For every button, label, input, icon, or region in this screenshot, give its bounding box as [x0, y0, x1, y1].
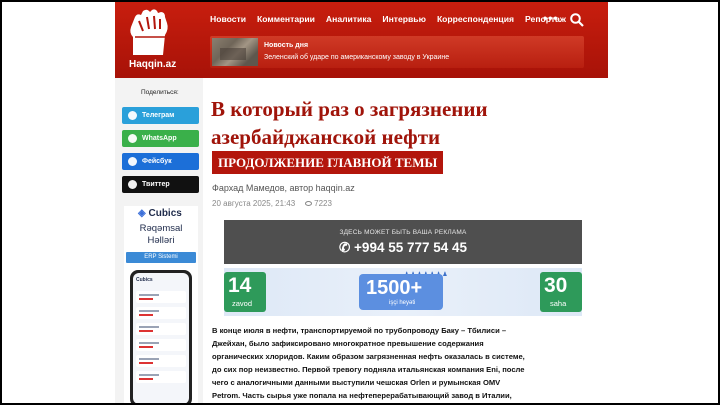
nav-item-news[interactable]: Новости — [210, 14, 246, 24]
stat-zavod-label: zavod — [232, 299, 253, 308]
phone-app-brand: Cubics — [136, 277, 153, 283]
phone-icon: ✆ — [338, 240, 351, 255]
phone-row — [136, 323, 186, 335]
phone-mockup: Cubics — [130, 270, 192, 403]
ad-banner[interactable]: ЗДЕСЬ МОЖЕТ БЫТЬ ВАША РЕКЛАМА ✆ +994 55 … — [224, 220, 582, 264]
more-menu-icon[interactable]: ••• — [543, 11, 559, 25]
ad-banner-text: ЗДЕСЬ МОЖЕТ БЫТЬ ВАША РЕКЛАМА — [339, 229, 467, 236]
phone-row — [136, 339, 186, 351]
nav-item-interview[interactable]: Интервью — [382, 14, 426, 24]
stat-zavod: 14 zavod — [224, 272, 266, 312]
phone-row — [136, 371, 186, 383]
share-facebook-button[interactable]: Фейсбук — [122, 153, 199, 170]
main-nav: Новости Комментарии Аналитика Интервью К… — [210, 14, 566, 24]
share-twitter-button[interactable]: Твиттер — [122, 176, 199, 193]
browser-frame: Haqqin.az Новости Комментарии Аналитика … — [0, 0, 720, 405]
share-telegram-button[interactable]: Телеграм — [122, 107, 199, 124]
ad-line-1: Rəqəmsal — [139, 223, 183, 234]
phone-row — [136, 307, 186, 319]
stat-saha-label: saha — [550, 299, 567, 308]
view-count: 7223 — [314, 199, 332, 208]
twitter-x-icon — [128, 180, 137, 189]
article-date: 20 августа 2025, 21:43 — [212, 199, 296, 208]
stat-saha: 30 saha — [540, 272, 582, 312]
search-icon[interactable] — [570, 13, 584, 27]
news-of-day-text[interactable]: Зеленский об ударе по американскому заво… — [264, 54, 449, 61]
share-label: Поделиться: — [141, 89, 179, 96]
stat-zavod-number: 14 — [228, 274, 252, 297]
phone-screen: Cubics — [133, 273, 189, 403]
share-whatsapp-label: WhatsApp — [142, 135, 177, 142]
share-sidebar: Поделиться: Телеграм WhatsApp Фейсбук Тв… — [115, 78, 203, 403]
article-body: В конце июля в нефти, транспортируемой п… — [212, 326, 525, 400]
stat-staff: 1500+ işçi heyəti — [359, 274, 443, 310]
site: Haqqin.az Новости Комментарии Аналитика … — [115, 2, 608, 403]
site-header: Haqqin.az Новости Комментарии Аналитика … — [115, 2, 608, 78]
news-of-day[interactable]: Новость дня Зеленский об ударе по америк… — [210, 36, 584, 68]
sidebar-ad[interactable]: ◈ Cubics Rəqəmsal Həlləri ERP Sistemi Cu… — [124, 206, 198, 403]
cubics-logo: ◈ Cubics — [138, 208, 182, 219]
cubics-mark-icon: ◈ — [138, 208, 146, 219]
eye-icon — [305, 201, 313, 207]
facebook-icon — [128, 157, 137, 166]
news-of-day-image — [212, 38, 258, 66]
stat-saha-number: 30 — [544, 274, 568, 297]
nav-item-correspondence[interactable]: Корреспонденция — [437, 14, 514, 24]
article-meta: 20 августа 2025, 21:43 7223 — [212, 199, 332, 208]
cubics-brand: Cubics — [148, 208, 182, 219]
erp-button[interactable]: ERP Sistemi — [126, 252, 196, 263]
nav-item-comments[interactable]: Комментарии — [257, 14, 315, 24]
stat-staff-number: 1500+ — [366, 277, 423, 299]
phone-row — [136, 291, 186, 303]
article-tag[interactable]: ПРОДОЛЖЕНИЕ ГЛАВНОЙ ТЕМЫ — [212, 151, 444, 174]
cubics-stats-ad[interactable]: ♟♟♟♟♟♟♟ 14 zavod 1500+ işçi heyəti 30 sa… — [224, 268, 582, 316]
fist-logo-icon — [130, 9, 168, 55]
telegram-icon — [128, 111, 137, 120]
share-whatsapp-button[interactable]: WhatsApp — [122, 130, 199, 147]
stat-staff-label: işçi heyəti — [389, 300, 416, 306]
phone-row — [136, 355, 186, 367]
ad-line-2: Həlləri — [147, 235, 175, 246]
ad-banner-phone: ✆ +994 55 777 54 45 — [224, 240, 582, 256]
news-of-day-title: Новость дня — [264, 42, 309, 49]
share-twitter-label: Твиттер — [142, 181, 170, 188]
article-author: Фархад Мамедов, автор haqqin.az — [212, 183, 355, 193]
site-logo[interactable]: Haqqin.az — [121, 7, 179, 70]
share-facebook-label: Фейсбук — [142, 158, 172, 165]
article-title: В который раз о загрязнении азербайджанс… — [211, 97, 488, 149]
logo-text: Haqqin.az — [129, 59, 177, 70]
article-views: 7223 — [305, 199, 332, 208]
whatsapp-icon — [128, 134, 137, 143]
ad-phone-number: +994 55 777 54 45 — [354, 240, 468, 255]
share-telegram-label: Телеграм — [142, 112, 175, 119]
nav-item-analytics[interactable]: Аналитика — [326, 14, 372, 24]
